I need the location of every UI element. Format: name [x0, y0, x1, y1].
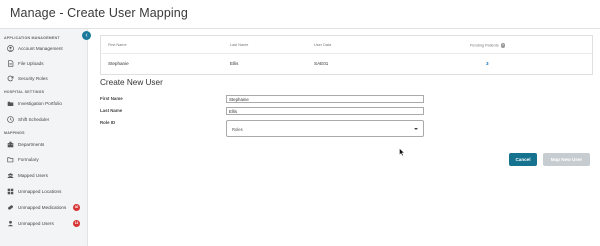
- sidebar-item-mapped-users[interactable]: Mapped Users: [0, 169, 87, 182]
- sidebar-item-label: Unmapped Locations: [18, 188, 62, 194]
- role-select-value: Roles: [232, 127, 243, 132]
- sidebar-item-unmapped-users[interactable]: Unmapped Users 13: [0, 217, 87, 230]
- sidebar-item-unmapped-locations[interactable]: Unmapped Locations: [0, 185, 87, 198]
- column-header-label: Pending Patients: [470, 43, 499, 48]
- column-header-last-name: Last Name: [230, 43, 249, 47]
- sidebar-item-formulary[interactable]: Formulary: [0, 153, 87, 166]
- help-icon[interactable]: ?: [500, 43, 506, 48]
- caret-down-icon: [414, 128, 418, 130]
- unmapped-medications-count-badge: 40: [73, 204, 80, 211]
- page-header: Manage - Create User Mapping: [0, 0, 600, 29]
- last-name-label: Last Name: [100, 108, 123, 113]
- grid-icon: [7, 188, 14, 195]
- sidebar-section-hospital-settings: HOSPITAL SETTINGS: [4, 90, 45, 94]
- sidebar-item-label: Shift Scheduler: [18, 116, 50, 122]
- building-icon: [7, 141, 14, 148]
- sidebar-item-label: File Uploads: [18, 60, 44, 66]
- pending-patients-link[interactable]: 3: [486, 61, 489, 66]
- column-header-pending-patients: Pending Patients?: [470, 43, 506, 48]
- sidebar-section-mappings: MAPPINGS: [4, 131, 25, 135]
- role-id-label: Role ID: [100, 120, 116, 125]
- user-circle-icon: [7, 45, 14, 52]
- collapse-sidebar-button[interactable]: ‹: [82, 31, 91, 40]
- folder-open-icon: [7, 156, 14, 163]
- sidebar-item-departments[interactable]: Departments: [0, 138, 87, 151]
- sidebar: APPLICATION MANAGEMENT Account Managemen…: [0, 29, 88, 246]
- sidebar-item-label: Mapped Users: [18, 172, 48, 178]
- page-title: Manage - Create User Mapping: [10, 6, 188, 20]
- mouse-cursor-icon: [399, 148, 405, 156]
- unmapped-users-count-badge: 13: [73, 220, 80, 227]
- sidebar-item-label: Unmapped Medications: [18, 204, 67, 210]
- cell-last-name: Ellis: [230, 61, 239, 66]
- column-header-user-data: User Data: [314, 43, 332, 47]
- cell-user-data: SAE01: [314, 61, 329, 66]
- first-name-label: First Name: [100, 96, 123, 101]
- column-header-first-name: First Name: [108, 43, 127, 47]
- chevron-left-icon: ‹: [85, 32, 88, 39]
- row-divider: [101, 53, 592, 54]
- sidebar-item-label: Security Roles: [18, 75, 48, 81]
- cell-first-name: Stephanie: [108, 61, 129, 66]
- sidebar-item-label: Unmapped Users: [18, 220, 54, 226]
- sidebar-item-investigation-portfolio[interactable]: Investigation Portfolio: [0, 97, 87, 110]
- sidebar-item-label: Departments: [18, 141, 45, 147]
- cancel-button[interactable]: Cancel: [509, 153, 537, 166]
- file-icon: [7, 60, 14, 67]
- sidebar-item-unmapped-medications[interactable]: Unmapped Medications 40: [0, 201, 87, 214]
- user-table: First Name Last Name User Data Pending P…: [100, 35, 593, 75]
- last-name-field[interactable]: [226, 107, 424, 115]
- clock-icon: [7, 116, 14, 123]
- sidebar-item-shift-scheduler[interactable]: Shift Scheduler: [0, 113, 87, 126]
- sidebar-item-security-roles[interactable]: Security Roles: [0, 72, 87, 85]
- first-name-field[interactable]: [226, 95, 424, 103]
- sidebar-item-account-management[interactable]: Account Management: [0, 42, 87, 55]
- sidebar-item-file-uploads[interactable]: File Uploads: [0, 57, 87, 70]
- sidebar-section-application-management: APPLICATION MANAGEMENT: [4, 36, 60, 40]
- role-select[interactable]: Roles: [226, 120, 424, 137]
- refresh-icon: [7, 75, 14, 82]
- sidebar-item-label: Formulary: [18, 156, 39, 162]
- users-icon: [7, 172, 14, 179]
- map-new-user-button[interactable]: Map New User: [543, 153, 590, 166]
- pill-icon: [7, 204, 14, 211]
- person-icon: [7, 220, 14, 227]
- form-heading: Create New User: [100, 78, 163, 87]
- sidebar-item-label: Account Management: [18, 45, 63, 51]
- sidebar-item-label: Investigation Portfolio: [18, 100, 62, 106]
- folder-icon: [7, 100, 14, 107]
